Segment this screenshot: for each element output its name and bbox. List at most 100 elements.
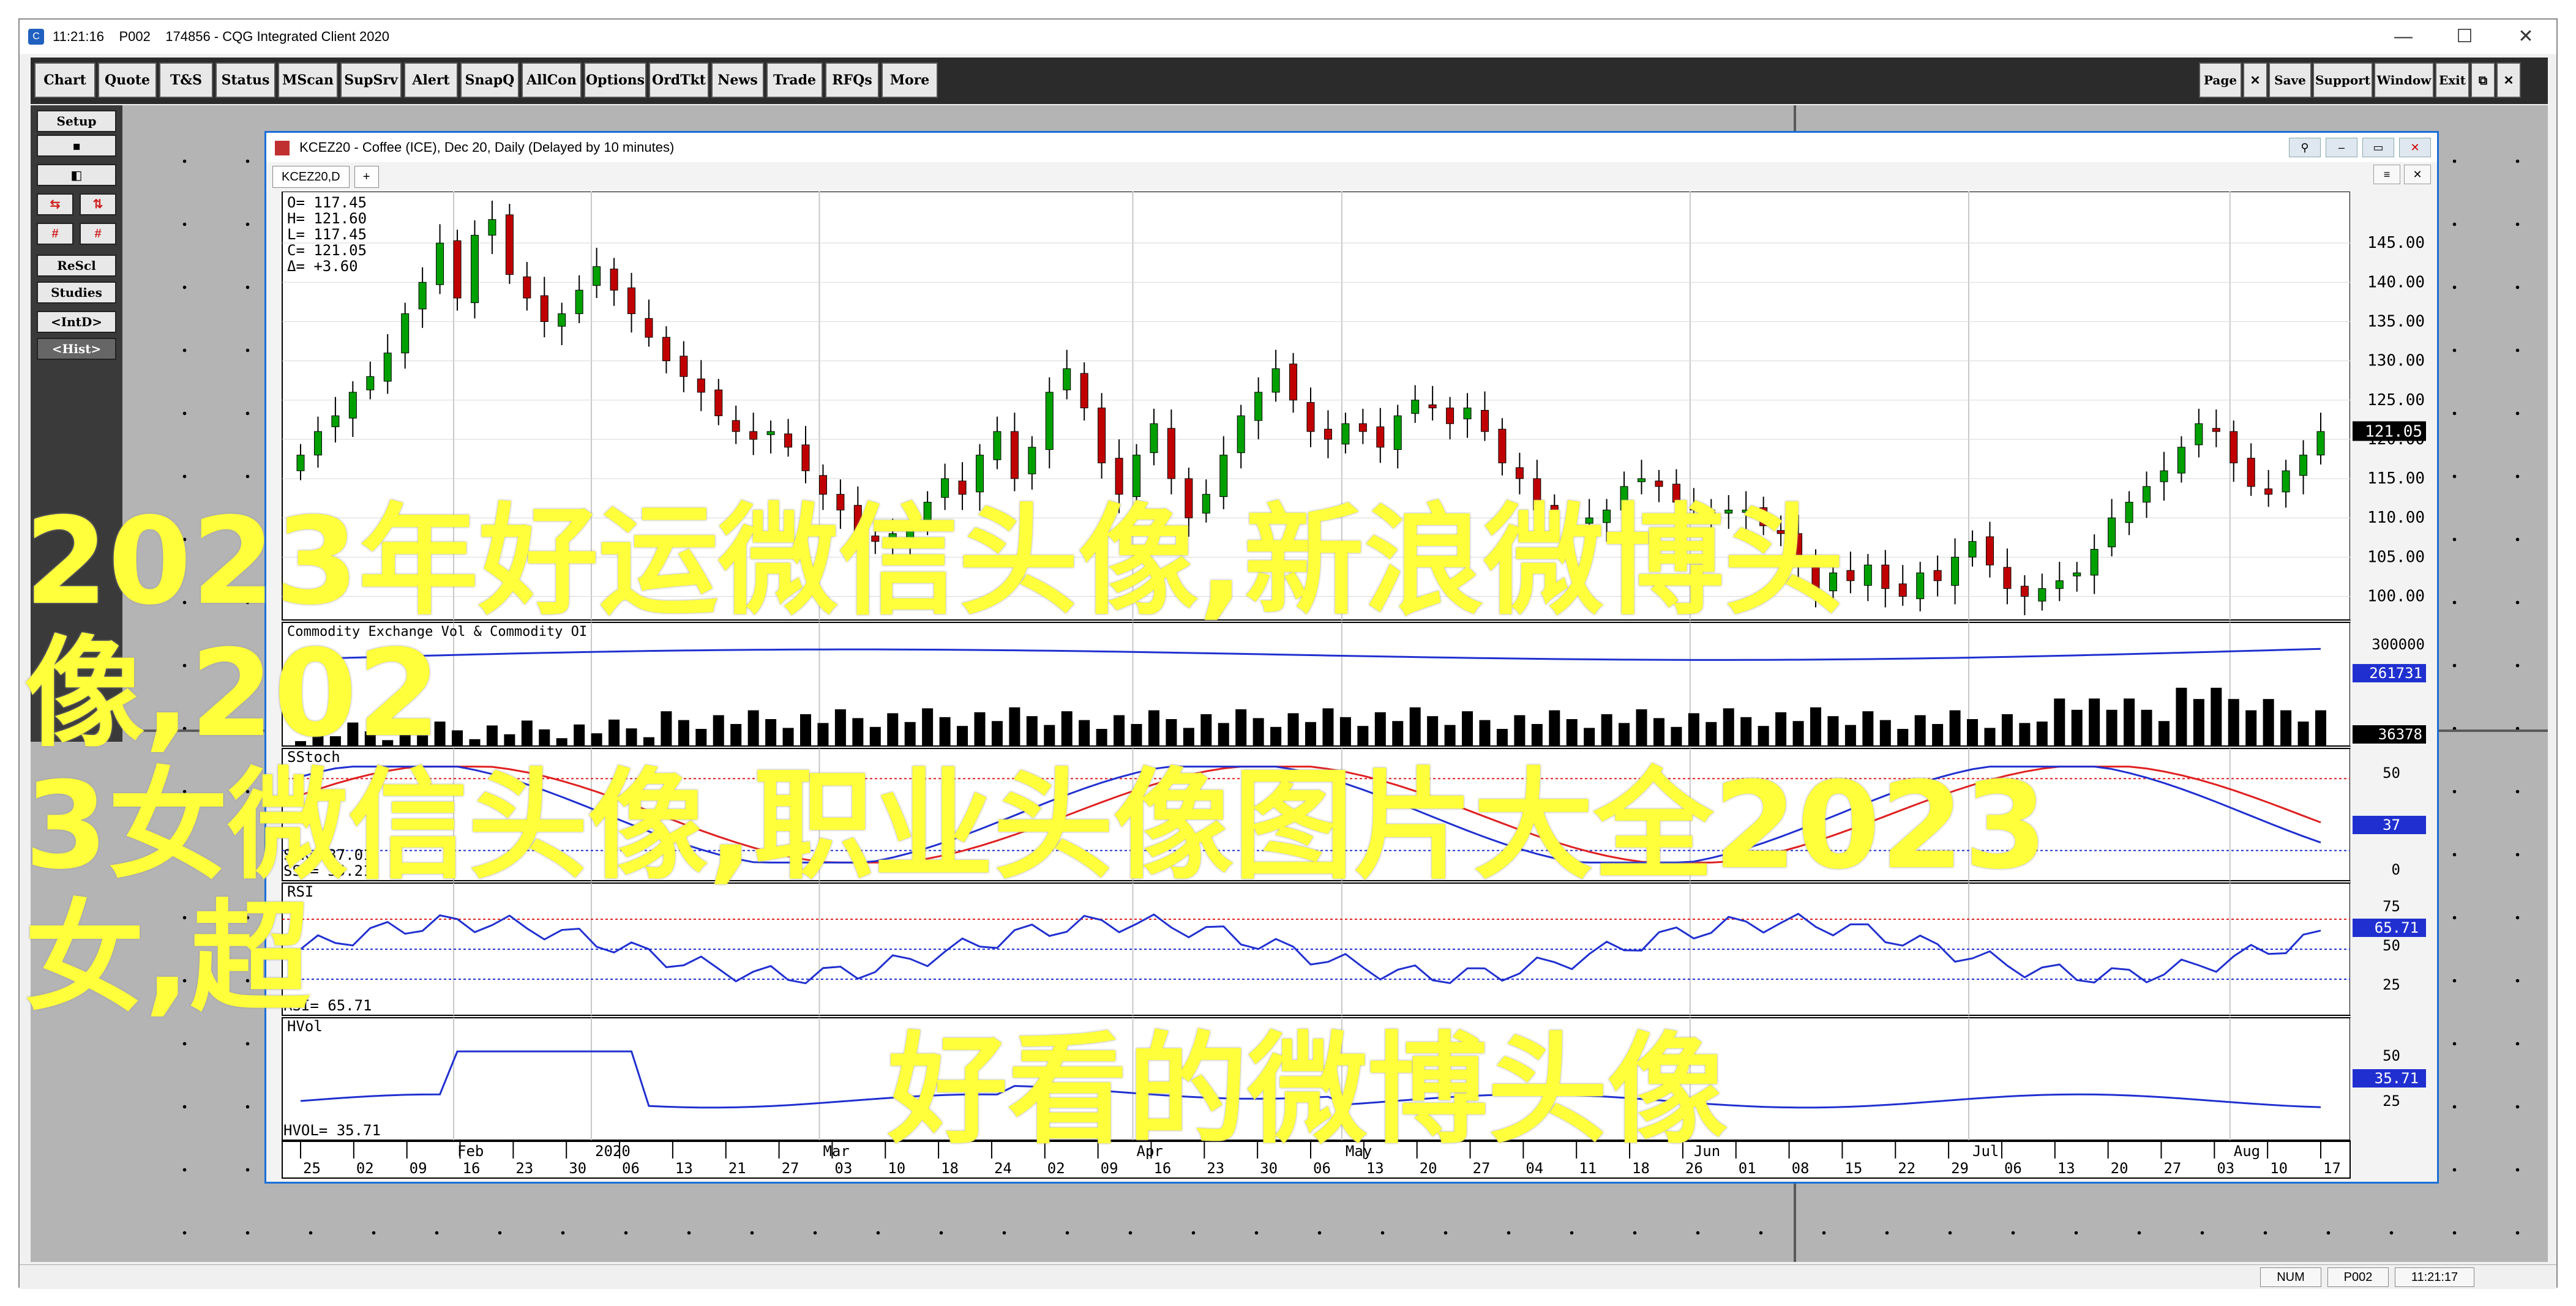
candle-body [1063,368,1071,390]
maximize-button[interactable]: ☐ [2434,20,2495,54]
toolbar-supsrv-button[interactable]: SupSrv [340,62,402,98]
ohlc-readout: O= 117.45 [287,194,367,211]
price-tick-label: 125.00 [2367,391,2425,409]
candle-body [505,214,514,275]
price-tick-label: 100.00 [2367,588,2425,606]
x-day-label: 13 [675,1160,693,1177]
oi-tag-label: 261731 [2369,665,2422,682]
candle-body [1428,404,1437,409]
toolbar-quote-button[interactable]: Quote [98,62,157,98]
x-day-label: 04 [1526,1160,1543,1177]
ohlc-readout: C= 121.05 [287,242,367,259]
x-day-label: 13 [2057,1160,2075,1177]
volume-bar [2176,687,2187,746]
candle-body [680,356,688,377]
x-day-label: 02 [356,1160,374,1177]
ohlc-readout: L= 117.45 [287,226,367,243]
minimize-icon[interactable]: – [2326,138,2357,157]
toolbar-chart-button[interactable]: Chart [34,62,95,98]
price-tick-label: 140.00 [2367,273,2425,291]
candle-body [523,276,531,299]
toolbar-more-button[interactable]: More [882,62,938,98]
toolbar-ordtkt-button[interactable]: OrdTkt [649,62,709,98]
minimize-button[interactable]: — [2373,20,2434,54]
panel-icon-button[interactable]: ◧ [37,164,116,186]
candle-body [1028,447,1036,474]
candle-body [470,234,479,304]
chart-window-title-bar: KCEZ20 - Coffee (ICE), Dec 20, Daily (De… [266,133,2437,162]
close-button[interactable]: ✕ [2495,20,2556,54]
stoch-tick-label: 0 [2392,861,2400,878]
x-day-label: 02 [1047,1160,1065,1177]
chart-window-title: KCEZ20 - Coffee (ICE), Dec 20, Daily (De… [299,140,675,155]
panel-icon-button[interactable]: ▪ [37,135,116,157]
toolbar-right-button-0[interactable]: Page [2199,62,2242,98]
studies-button[interactable]: Studies [37,282,116,304]
rescale-button[interactable]: ReScl [37,255,116,277]
zoom-out-button[interactable]: ⇅ [80,193,116,215]
menu-icon[interactable]: ≡ [2373,165,2400,184]
volume-bar [2193,699,2204,746]
toolbar-status-button[interactable]: Status [215,62,275,98]
toolbar-trade-button[interactable]: Trade [766,62,823,98]
toolbar-right-button-1[interactable]: ✕ [2243,62,2267,98]
main-toolbar: Chart Quote T&S Status MScan SupSrv Alert SnapQ… [31,58,2548,104]
close-icon[interactable]: ✕ [2399,138,2431,157]
candle-body [1393,415,1402,450]
toolbar-rfqs-button[interactable]: RFQs [825,62,879,98]
toolbar-options-button[interactable]: Options [584,62,646,98]
overlay-line: 好看的微博头像 [888,1021,1728,1160]
volume-tag-label: 36378 [2378,726,2422,743]
toolbar-allcon-button[interactable]: AllCon [522,62,582,98]
toolbar-right-button-7[interactable]: ✕ [2496,62,2521,98]
candle-body [348,392,357,419]
price-tick-label: 115.00 [2367,469,2425,488]
candle-body [401,313,410,354]
last-price-label: 121.05 [2365,422,2422,441]
candle-body [2177,447,2185,474]
x-day-label: 30 [569,1160,586,1177]
candle-body [1254,392,1263,421]
intd-button[interactable]: <IntD> [37,311,116,333]
zoom-in-button[interactable]: ⇆ [37,193,73,215]
volume-bar [2297,722,2309,746]
setup-button[interactable]: Setup [37,110,116,132]
app-title: 11:21:16 P002 174856 - CQG Integrated Cl… [53,29,389,44]
toolbar-right-button-3[interactable]: Support [2313,62,2373,98]
toolbar-news-button[interactable]: News [711,62,764,98]
toolbar-mscan-button[interactable]: MScan [278,62,338,98]
candle-body [1289,364,1298,401]
toolbar-ts-button[interactable]: T&S [159,62,213,98]
grid-button[interactable]: # [37,223,73,245]
candle-body [1150,423,1158,453]
candle-body [1219,455,1228,498]
tab-kcez20[interactable]: KCEZ20,D [272,166,350,188]
toolbar-right-button-2[interactable]: Save [2269,62,2312,98]
toolbar-right-button-5[interactable]: Exit [2435,62,2469,98]
toolbar-right-button-4[interactable]: Window [2374,62,2434,98]
close-tab-icon[interactable]: ✕ [2404,165,2431,184]
toolbar-alert-button[interactable]: Alert [404,62,458,98]
candle-body [1515,467,1524,479]
x-day-label: 15 [1844,1160,1862,1177]
candle-body [2264,488,2273,495]
candle-body [436,242,444,285]
chart-tab-controls: ≡ ✕ [2373,165,2431,184]
volume-bar [2245,710,2257,746]
x-day-label: 10 [2270,1160,2288,1177]
hvol-tick-label: 25 [2383,1092,2400,1110]
candle-body [1341,423,1350,445]
price-tick-label: 110.00 [2367,509,2425,527]
toolbar-right-button-6[interactable]: ⧉ [2471,62,2495,98]
candle-body [331,415,340,427]
x-day-label: 24 [994,1160,1012,1177]
restore-icon[interactable]: ▭ [2362,138,2394,157]
toolbar-snapq-button[interactable]: SnapQ [460,62,519,98]
x-day-label: 16 [1153,1160,1171,1177]
rsi-tick-label: 50 [2383,937,2400,954]
volume-bar [2263,699,2274,746]
add-tab-button[interactable]: + [354,166,379,188]
link-icon[interactable]: ⚲ [2289,138,2321,157]
grid-alt-button[interactable]: # [80,223,116,245]
hist-button[interactable]: <Hist> [37,338,116,360]
